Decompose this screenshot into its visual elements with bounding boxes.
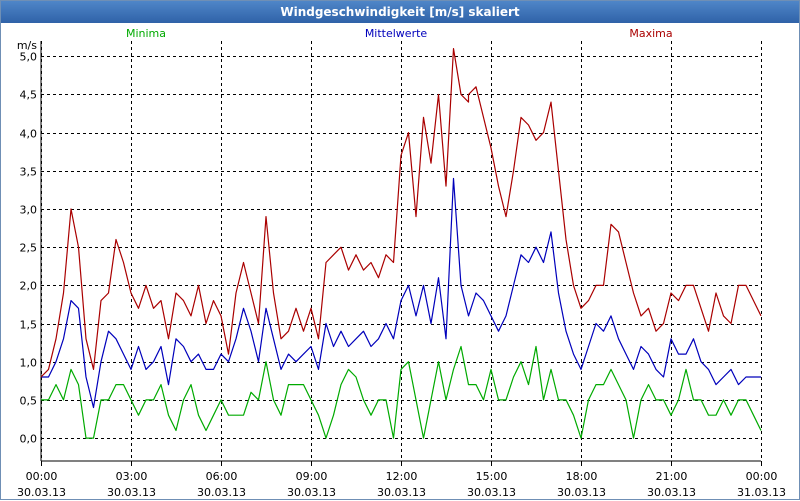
x-tick-time-label: 09:00 bbox=[296, 470, 328, 483]
wind-speed-chart: 0,0 0,5 1,0 1,5 2,0 2,5 3,0 3,5 4,0 4,5 5,0m/s 00:0… bbox=[17, 27, 786, 499]
x-tick-time-label: 21:00 bbox=[656, 470, 688, 483]
y-tick-label: 0,0 bbox=[20, 433, 38, 446]
x-tick-time-label: 12:00 bbox=[386, 470, 418, 483]
y-tick-label: 2,5 bbox=[20, 242, 38, 255]
x-tick-time-label: 03:00 bbox=[116, 470, 148, 483]
x-tick-time-label: 18:00 bbox=[566, 470, 598, 483]
legend-mittelwerte: Mittelwerte bbox=[365, 27, 428, 40]
x-tick-time-label: 06:00 bbox=[206, 470, 238, 483]
y-tick-label: 1,0 bbox=[20, 357, 38, 370]
legend-minima: Minima bbox=[126, 27, 166, 40]
x-tick-time-label: 00:00 bbox=[26, 470, 58, 483]
x-tick-date-label: 30.03.13 bbox=[107, 486, 156, 499]
x-tick-date-label: 31.03.13 bbox=[737, 486, 786, 499]
x-tick-date-label: 30.03.13 bbox=[647, 486, 696, 499]
y-tick-label: 0,5 bbox=[20, 395, 38, 408]
y-tick-label: 1,5 bbox=[20, 319, 38, 332]
x-tick-date-label: 30.03.13 bbox=[17, 486, 66, 499]
x-tick-date-label: 30.03.13 bbox=[377, 486, 426, 499]
y-tick-label: 5,0 bbox=[20, 51, 38, 64]
x-tick-time-label: 00:00 bbox=[746, 470, 778, 483]
x-tick-date-label: 30.03.13 bbox=[557, 486, 606, 499]
x-tick-date-label: 30.03.13 bbox=[197, 486, 246, 499]
y-tick-label: 3,5 bbox=[20, 166, 38, 179]
x-tick-date-label: 30.03.13 bbox=[467, 486, 516, 499]
y-tick-label: 4,5 bbox=[20, 89, 38, 102]
x-tick-date-label: 30.03.13 bbox=[287, 486, 336, 499]
y-axis-unit-label: m/s bbox=[17, 39, 37, 52]
y-tick-label: 4,0 bbox=[20, 128, 38, 141]
y-tick-label: 3,0 bbox=[20, 204, 38, 217]
y-tick-label: 2,0 bbox=[20, 280, 38, 293]
legend-maxima: Maxima bbox=[629, 27, 672, 40]
chart-window: Windgeschwindigkeit [m/s] skaliert 0,0 0,… bbox=[0, 0, 800, 500]
x-tick-time-label: 15:00 bbox=[476, 470, 508, 483]
